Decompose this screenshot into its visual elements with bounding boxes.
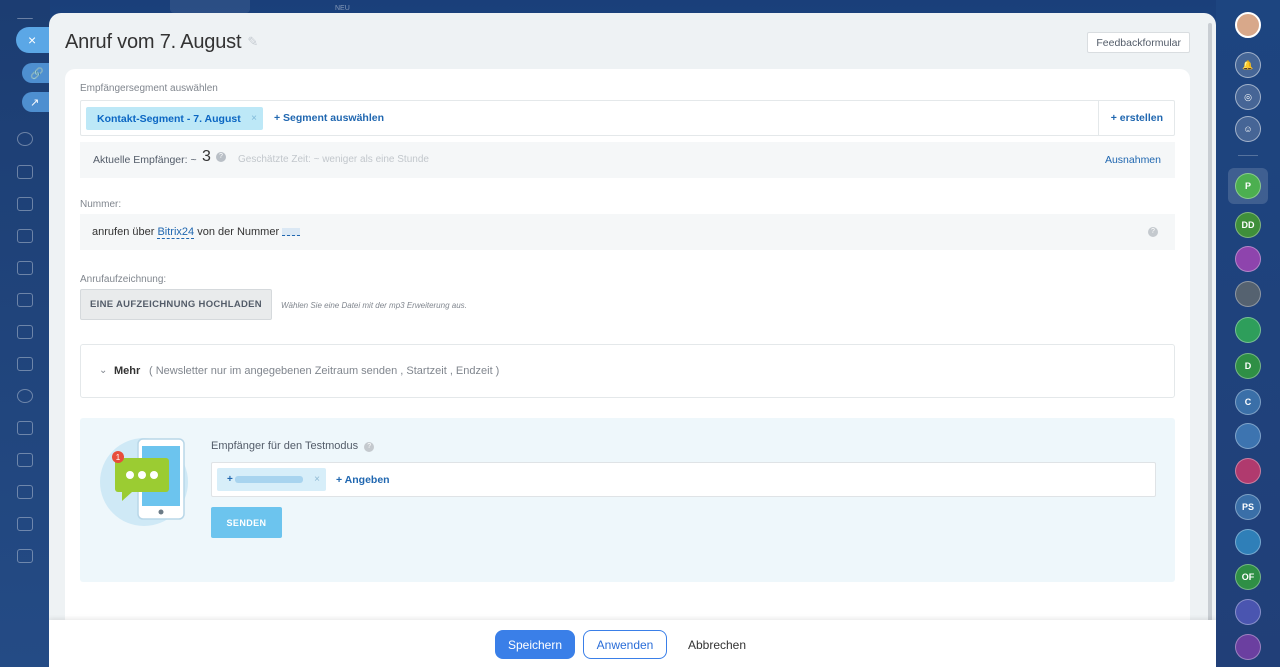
estimated-time: Geschätzte Zeit: ~ weniger als eine Stun… xyxy=(238,154,429,165)
more-title[interactable]: Mehr xyxy=(114,365,140,377)
footer-bar: Speichern Anwenden Abbrechen xyxy=(49,620,1216,667)
segment-selector[interactable]: Kontakt-Segment - 7. August × + Segment … xyxy=(80,100,1175,136)
number-row: anrufen über Bitrix24 von der Nummer ? xyxy=(80,214,1175,250)
link-icon: 🔗 xyxy=(30,67,44,80)
right-sidebar: 🔔 ◎ ☺ P DD D C PS OF xyxy=(1216,0,1280,667)
number-prefix: anrufen über xyxy=(92,226,155,238)
tag-prefix: + xyxy=(227,474,233,485)
recipients-count: 3 xyxy=(202,148,211,165)
recent-chat-avatar[interactable] xyxy=(1235,529,1261,555)
help-icon[interactable]: ? xyxy=(216,152,226,162)
target-icon[interactable] xyxy=(17,132,33,146)
recent-chat-avatar[interactable] xyxy=(1235,317,1261,343)
recent-chat-avatar[interactable]: PS xyxy=(1235,494,1261,520)
copy-link-button[interactable]: 🔗 xyxy=(22,63,52,83)
recent-chat-avatar[interactable] xyxy=(1235,458,1261,484)
number-middle: von der Nummer xyxy=(197,226,280,238)
recent-chat-avatar[interactable]: OF xyxy=(1235,564,1261,590)
blurred-phone-number xyxy=(234,476,303,483)
notifications-icon[interactable]: 🔔 xyxy=(1235,52,1261,78)
cart-icon[interactable] xyxy=(17,453,33,467)
external-icon: ↗ xyxy=(30,96,40,109)
add-test-recipient-link[interactable]: + Angeben xyxy=(336,474,390,486)
form-card: Empfängersegment auswählen Kontakt-Segme… xyxy=(65,69,1190,629)
scrollbar[interactable] xyxy=(1208,23,1212,651)
recent-chat-avatar[interactable] xyxy=(1235,423,1261,449)
marketing-icon[interactable] xyxy=(17,549,33,563)
recent-chat-avatar[interactable] xyxy=(1235,246,1261,272)
tasks-icon[interactable] xyxy=(17,325,33,339)
recent-chat-avatar[interactable]: P xyxy=(1235,173,1261,199)
notification-badge: 1 xyxy=(116,453,121,462)
apply-button[interactable]: Anwenden xyxy=(583,630,667,659)
phone-illustration: 1 xyxy=(100,436,192,533)
analytics-icon[interactable] xyxy=(17,517,33,531)
recent-chat-avatar[interactable] xyxy=(1235,634,1261,660)
number-text: anrufen über Bitrix24 von der Nummer xyxy=(92,226,301,239)
drive-icon[interactable] xyxy=(17,261,33,275)
mail-icon[interactable] xyxy=(17,357,33,371)
store-icon[interactable] xyxy=(17,485,33,499)
separator xyxy=(1238,155,1258,156)
recipients-summary: Aktuelle Empfänger: ~ 3 ? Geschätzte Zei… xyxy=(80,142,1175,178)
send-test-button[interactable]: SENDEN xyxy=(211,507,282,538)
test-recipients-input[interactable]: + × + Angeben xyxy=(211,462,1156,497)
recent-chat-avatar[interactable]: D xyxy=(1235,353,1261,379)
test-recipient-tag[interactable]: + × xyxy=(217,468,326,491)
close-slider-button[interactable]: × xyxy=(16,27,52,53)
number-label: Nummer: xyxy=(80,199,122,210)
upload-hint: Wählen Sie eine Datei mit der mp3 Erweit… xyxy=(281,301,467,310)
top-strip xyxy=(170,0,250,13)
recent-chat-avatar[interactable]: DD xyxy=(1235,212,1261,238)
title-text: Anruf vom 7. August xyxy=(65,31,242,53)
recent-chat-avatar[interactable] xyxy=(1235,281,1261,307)
segment-label: Empfängersegment auswählen xyxy=(80,83,218,94)
background-label: NEU xyxy=(335,5,350,12)
support-chat-icon[interactable]: ☺ xyxy=(1235,116,1261,142)
remove-segment-icon[interactable]: × xyxy=(251,113,257,124)
recent-chat-avatar[interactable] xyxy=(1235,599,1261,625)
more-options-list: ( Newsletter nur im angegebenen Zeitraum… xyxy=(149,365,500,377)
close-icon: × xyxy=(28,32,37,48)
remove-test-recipient-icon[interactable]: × xyxy=(314,474,320,485)
chevron-down-icon[interactable]: ⌄ xyxy=(99,365,107,376)
test-mode-section: 1 Empfänger für den Testmodus? + × + Ang… xyxy=(80,418,1175,582)
calendar-icon[interactable] xyxy=(17,229,33,243)
test-label-text: Empfänger für den Testmodus xyxy=(211,440,359,452)
upload-recording-button[interactable]: EINE AUFZEICHNUNG HOCHLADEN xyxy=(80,289,272,320)
feedback-button[interactable]: Feedbackformular xyxy=(1087,32,1190,53)
create-segment-button[interactable]: + erstellen xyxy=(1097,101,1174,135)
slider-panel: Anruf vom 7. August ✎ Feedbackformular Em… xyxy=(49,13,1216,667)
phone-number-link[interactable] xyxy=(282,228,301,236)
provider-link[interactable]: Bitrix24 xyxy=(157,226,195,239)
exclusions-link[interactable]: Ausnahmen xyxy=(1105,154,1161,166)
number-help-icon[interactable]: ? xyxy=(1148,227,1158,237)
open-new-window-button[interactable]: ↗ xyxy=(22,92,52,112)
chat-icon[interactable] xyxy=(17,197,33,211)
menu-icon[interactable] xyxy=(17,18,33,20)
more-options[interactable]: ⌄ Mehr ( Newsletter nur im angegebenen Z… xyxy=(80,344,1175,398)
segment-tag[interactable]: Kontakt-Segment - 7. August × xyxy=(86,107,263,130)
test-recipients-label: Empfänger für den Testmodus? xyxy=(211,440,375,452)
recent-chat-avatar[interactable]: C xyxy=(1235,389,1261,415)
add-segment-link[interactable]: + Segment auswählen xyxy=(274,112,384,124)
cancel-button[interactable]: Abbrechen xyxy=(677,630,757,659)
user-avatar[interactable] xyxy=(1235,12,1261,38)
page-title: Anruf vom 7. August ✎ xyxy=(65,31,258,54)
document-icon[interactable] xyxy=(17,165,33,179)
save-button[interactable]: Speichern xyxy=(495,630,575,659)
test-help-icon[interactable]: ? xyxy=(364,442,375,452)
pencil-icon[interactable]: ✎ xyxy=(247,34,258,50)
segment-tag-label: Kontakt-Segment - 7. August xyxy=(97,112,241,125)
crm-icon[interactable] xyxy=(17,389,33,403)
recipients-label: Aktuelle Empfänger: ~ xyxy=(93,154,197,166)
recording-label: Anrufaufzeichnung: xyxy=(80,274,167,285)
screen-icon[interactable] xyxy=(17,293,33,307)
sign-icon[interactable] xyxy=(17,421,33,435)
copilot-icon[interactable]: ◎ xyxy=(1235,84,1261,110)
